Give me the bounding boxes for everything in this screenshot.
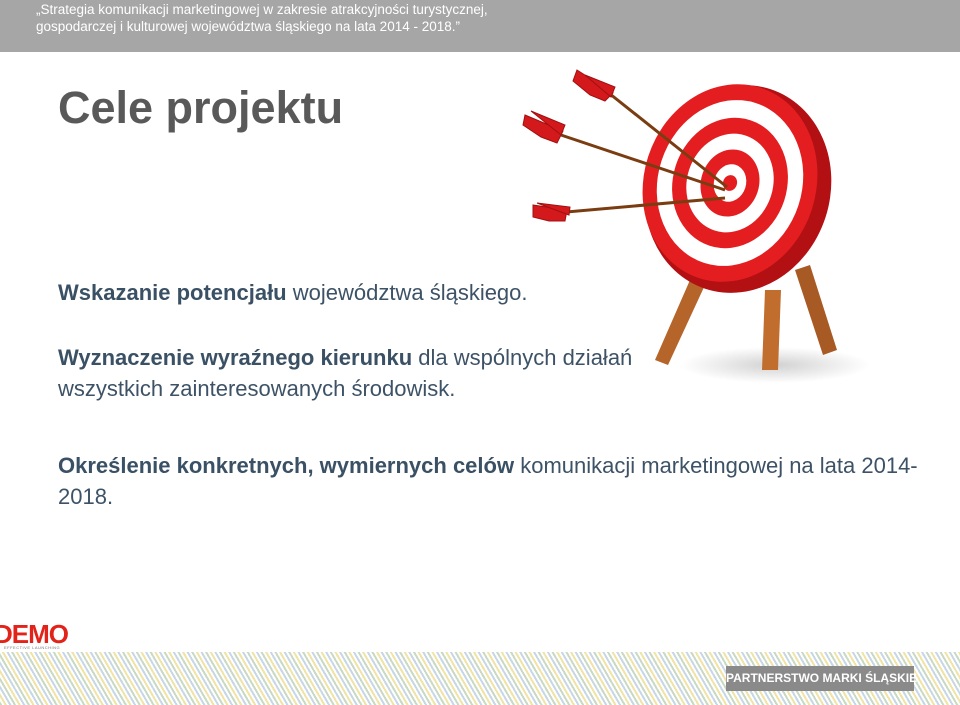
goal-point-2-bold: Wyznaczenie wyraźnego kierunku bbox=[58, 345, 413, 370]
header-title-line-2: gospodarczej i kulturowej województwa śl… bbox=[36, 19, 460, 34]
goal-point-3-bold: Określenie konkretnych, wymiernych celów bbox=[58, 453, 515, 478]
target-with-arrows-icon bbox=[522, 69, 870, 383]
presentation-header: „Strategia komunikacji marketingowej w z… bbox=[0, 0, 960, 52]
demo-logo: DEMO EFFECTIVE LAUNCHING bbox=[0, 620, 74, 652]
slide-title: Cele projektu bbox=[58, 82, 344, 133]
header-title-line-1: „Strategia komunikacji marketingowej w z… bbox=[36, 2, 488, 17]
goal-point-1-bold: Wskazanie potencjału bbox=[58, 280, 287, 305]
goal-point-3: Określenie konkretnych, wymiernych celów… bbox=[58, 450, 918, 512]
partner-badge: PARTNERSTWO MARKI ŚLĄSKIE bbox=[726, 666, 917, 691]
goal-point-1-text: województwa śląskiego. bbox=[286, 280, 528, 305]
demo-logo-subtext: EFFECTIVE LAUNCHING bbox=[4, 645, 61, 650]
demo-logo-text: DEMO bbox=[0, 619, 69, 649]
